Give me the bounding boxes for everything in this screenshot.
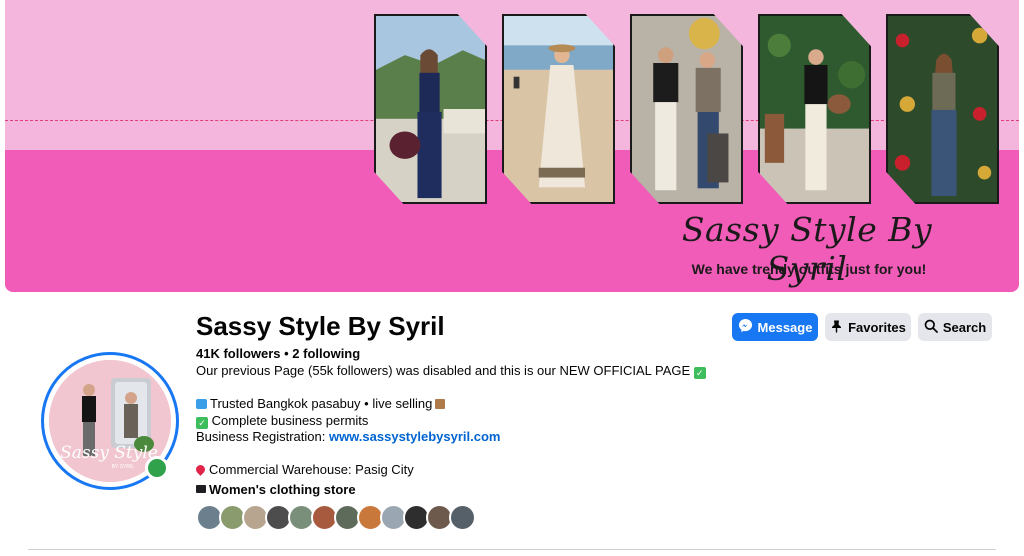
- bio-line-3: Complete business permits: [211, 412, 369, 428]
- bio-registration: Business Registration: www.sassystylebys…: [196, 429, 716, 446]
- profile-info: Sassy Style By Syril 41K followers • 2 f…: [194, 310, 716, 499]
- favorites-button[interactable]: Favorites: [825, 313, 911, 341]
- cover-outfit-photo-4: [758, 14, 871, 204]
- favorites-button-label: Favorites: [848, 319, 906, 335]
- shopping-bag-icon: [196, 399, 207, 409]
- bio-permits: ✓ Complete business permits: [196, 413, 716, 430]
- message-button[interactable]: Message: [732, 313, 818, 341]
- bio-pasabuy: Trusted Bangkok pasabuy • live selling: [196, 396, 716, 413]
- favorites-icon: [830, 319, 843, 336]
- page-title[interactable]: Sassy Style By Syril: [196, 310, 716, 342]
- follower-stats-text[interactable]: 41K followers • 2 following: [196, 346, 360, 361]
- svg-text:BY SYRIL: BY SYRIL: [112, 464, 135, 470]
- website-link[interactable]: www.sassystylebysyril.com: [329, 429, 501, 444]
- bio-line-5: Commercial Warehouse: Pasig City: [209, 462, 414, 477]
- section-divider: [28, 549, 996, 550]
- cover-outfit-photo-2: [502, 14, 615, 204]
- cover-outfit-photo-1: [374, 14, 487, 204]
- search-icon: [924, 319, 938, 336]
- logo-text: Sassy Style: [60, 443, 158, 463]
- cover-photo[interactable]: Sassy Style By Syril We have trendy outf…: [5, 0, 1019, 292]
- location-pin-icon: [194, 463, 207, 476]
- online-status-dot: [145, 456, 169, 480]
- bio-line-1: Our previous Page (55k followers) was di…: [196, 363, 691, 378]
- cover-tagline: We have trendy outfits just for you!: [691, 261, 927, 277]
- check-icon: ✓: [196, 416, 208, 429]
- message-button-label: Message: [757, 319, 813, 335]
- check-icon: ✓: [693, 367, 706, 379]
- cover-outfit-photo-5: [886, 14, 999, 204]
- search-button[interactable]: Search: [918, 313, 992, 341]
- bio-line-4-prefix: Business Registration:: [196, 429, 329, 444]
- category-label[interactable]: Women's clothing store: [209, 482, 356, 497]
- cover-outfit-photo-3: [630, 14, 743, 204]
- follower-stats[interactable]: 41K followers • 2 following: [196, 345, 716, 363]
- bio-intro: Our previous Page (55k followers) was di…: [196, 363, 716, 380]
- friend-avatar-icon[interactable]: [449, 504, 476, 531]
- bio-spacer: [196, 380, 716, 397]
- messenger-icon: [738, 318, 753, 336]
- bio-spacer: [196, 446, 716, 463]
- package-icon: [435, 399, 446, 409]
- bio-warehouse: Commercial Warehouse: Pasig City: [194, 462, 716, 479]
- category-icon: [196, 484, 206, 493]
- bio-line-2: Trusted Bangkok pasabuy • live selling: [210, 396, 433, 411]
- page-category[interactable]: Women's clothing store: [196, 481, 716, 499]
- search-button-label: Search: [942, 319, 987, 335]
